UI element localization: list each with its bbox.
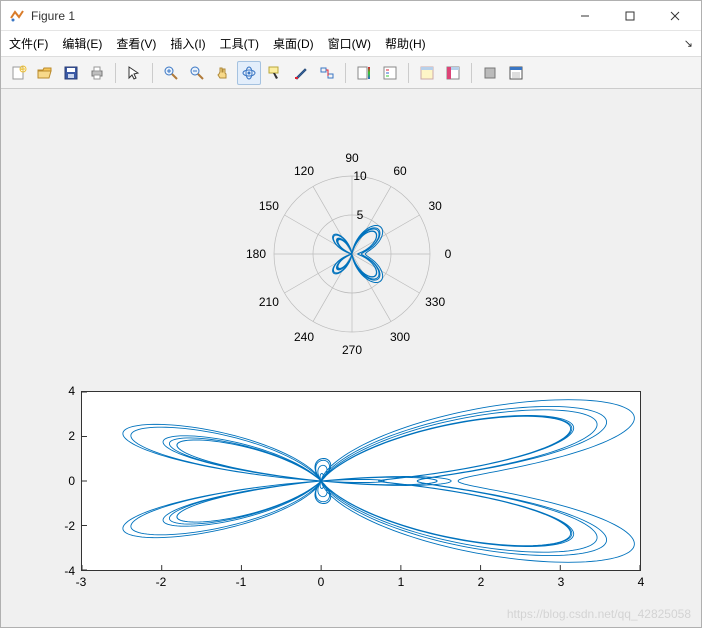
pointer-icon[interactable] [122,61,146,85]
menu-file[interactable]: 文件(F) [9,35,48,52]
save-icon[interactable] [59,61,83,85]
xy-axes[interactable] [81,391,641,571]
insert-colorbar-icon[interactable] [352,61,376,85]
xy-xtick-label: 4 [638,575,645,589]
menu-tools[interactable]: 工具(T) [220,35,259,52]
figure-window: Figure 1 文件(F) 编辑(E) 查看(V) 插入(I) 工具(T) 桌… [0,0,702,628]
polar-theta-label: 120 [294,164,314,178]
zoom-in-icon[interactable] [159,61,183,85]
polar-theta-label: 30 [428,199,441,213]
polar-theta-label: 60 [393,164,406,178]
app-icon [9,8,25,24]
link-plots-icon[interactable] [315,61,339,85]
polar-theta-label: 150 [259,199,279,213]
xy-xtick-label: 1 [398,575,405,589]
open-file-icon[interactable] [33,61,57,85]
xy-ytick-label: 4 [45,384,75,398]
brush-icon[interactable] [289,61,313,85]
xy-xtick-label: -3 [76,575,87,589]
new-figure-icon[interactable] [7,61,31,85]
layout-2-icon[interactable] [441,61,465,85]
xy-xtick-label: -1 [236,575,247,589]
toolbar-separator [115,63,116,83]
toolbar-separator [345,63,346,83]
polar-theta-label: 240 [294,330,314,344]
menu-help[interactable]: 帮助(H) [385,35,426,52]
watermark: https://blog.csdn.net/qq_42825058 [507,607,691,621]
polar-theta-label: 90 [345,151,358,165]
xy-xtick-label: -2 [156,575,167,589]
polar-theta-label: 210 [259,295,279,309]
hide-tools-icon[interactable] [478,61,502,85]
xy-xtick-label: 0 [318,575,325,589]
polar-theta-label: 270 [342,343,362,357]
menu-edit[interactable]: 编辑(E) [62,35,102,52]
figure-area: https://blog.csdn.net/qq_42825058 030609… [1,89,701,627]
toolbar [1,57,701,89]
polar-theta-label: 0 [445,247,452,261]
polar-theta-label: 300 [390,330,410,344]
polar-r-label: 10 [353,169,366,183]
menubar: 文件(F) 编辑(E) 查看(V) 插入(I) 工具(T) 桌面(D) 窗口(W… [1,31,701,57]
menu-insert[interactable]: 插入(I) [170,35,205,52]
maximize-button[interactable] [607,2,652,30]
window-title: Figure 1 [31,9,75,23]
xy-xtick-label: 2 [478,575,485,589]
pan-icon[interactable] [211,61,235,85]
toolbar-separator [471,63,472,83]
polar-r-label: 5 [357,208,364,222]
toolbar-separator [152,63,153,83]
menu-desktop[interactable]: 桌面(D) [273,35,314,52]
toolbar-separator [408,63,409,83]
layout-1-icon[interactable] [415,61,439,85]
print-icon[interactable] [85,61,109,85]
xy-ytick-label: 2 [45,429,75,443]
xy-line [123,400,634,563]
xy-ytick-label: 0 [45,474,75,488]
menu-window[interactable]: 窗口(W) [328,35,371,52]
data-cursor-icon[interactable] [263,61,287,85]
insert-legend-icon[interactable] [378,61,402,85]
xy-xtick-label: 3 [558,575,565,589]
close-button[interactable] [652,2,697,30]
polar-theta-label: 330 [425,295,445,309]
xy-ytick-label: -2 [45,519,75,533]
titlebar: Figure 1 [1,1,701,31]
menu-view[interactable]: 查看(V) [116,35,156,52]
minimize-button[interactable] [562,2,607,30]
show-tools-icon[interactable] [504,61,528,85]
rotate-3d-icon[interactable] [237,61,261,85]
polar-theta-label: 180 [246,247,266,261]
xy-ytick-label: -4 [45,564,75,578]
dock-arrow-icon[interactable]: ↘ [684,37,693,50]
zoom-out-icon[interactable] [185,61,209,85]
